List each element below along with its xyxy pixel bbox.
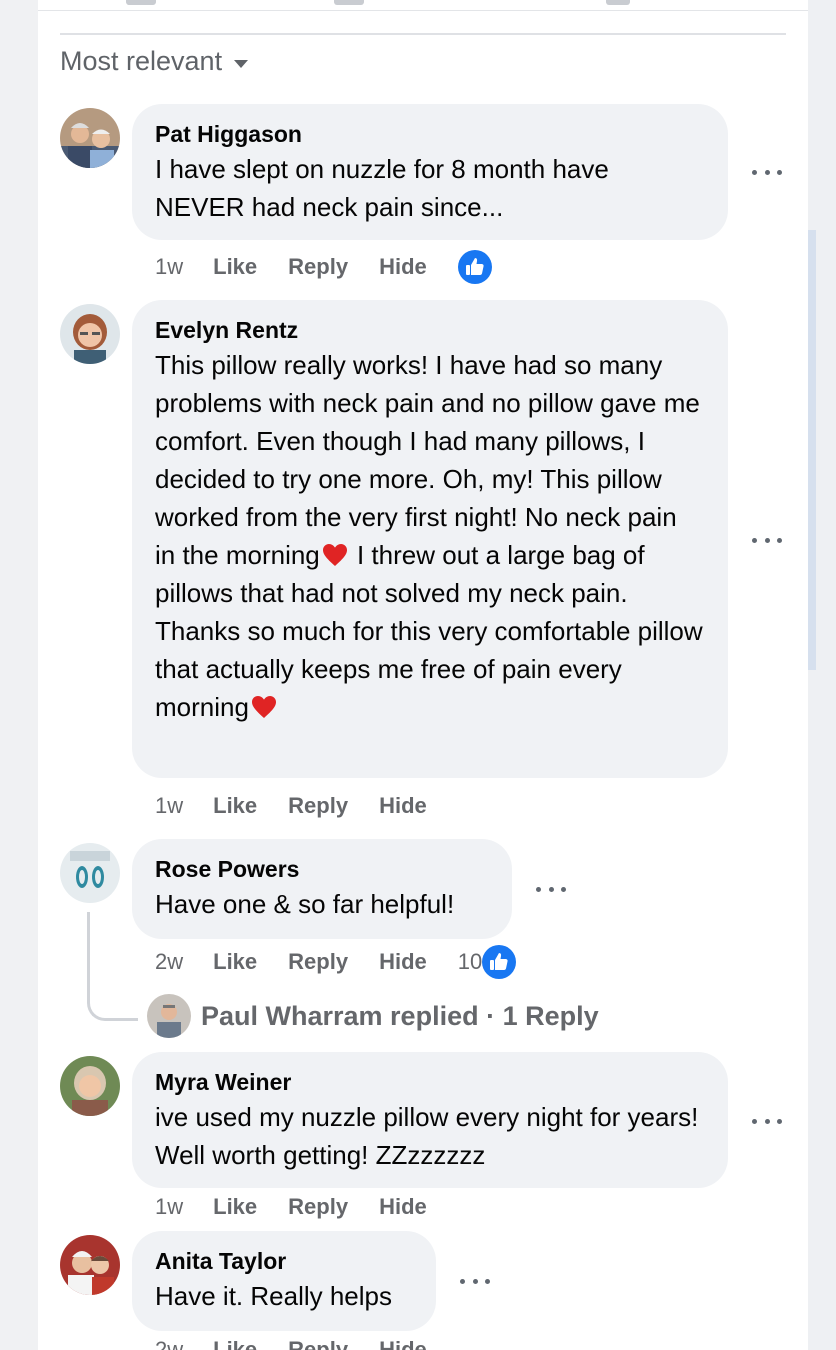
sort-label: Most relevant (60, 46, 223, 76)
chevron-down-icon (234, 59, 249, 68)
reply-thread-line (87, 912, 138, 1021)
avatar[interactable] (60, 1056, 120, 1116)
comment-text: Have it. Really helps (155, 1281, 392, 1311)
background-left (0, 0, 38, 1350)
reply-button[interactable]: Reply (288, 1194, 348, 1220)
comment-bubble: Pat Higgason I have slept on nuzzle for … (132, 104, 728, 240)
comment-actions: 1w Like Reply Hide (155, 1190, 458, 1224)
avatar[interactable] (147, 994, 191, 1038)
like-button[interactable]: Like (213, 949, 257, 975)
background-right (808, 0, 836, 1350)
avatar[interactable] (60, 108, 120, 168)
sort-dropdown[interactable]: Most relevant (60, 46, 249, 77)
reply-button[interactable]: Reply (288, 254, 348, 280)
reply-button[interactable]: Reply (288, 793, 348, 819)
comment-text: I have slept on nuzzle for 8 month have … (155, 154, 609, 222)
reply-button[interactable]: Reply (288, 949, 348, 975)
more-options-icon[interactable] (752, 167, 782, 177)
like-button[interactable]: Like (213, 793, 257, 819)
avatar[interactable] (60, 843, 120, 903)
comment-actions: 2w Like Reply Hide 10 (155, 945, 547, 979)
comment-author[interactable]: Anita Taylor (155, 1247, 412, 1275)
view-replies-link[interactable]: Paul Wharram replied · 1 Reply (201, 996, 599, 1036)
hide-button[interactable]: Hide (379, 793, 427, 819)
comment-author[interactable]: Rose Powers (155, 855, 488, 883)
hide-button[interactable]: Hide (379, 1194, 427, 1220)
reply-button[interactable]: Reply (288, 1337, 348, 1350)
comments-panel: Most relevant Pat Higgason I have slept … (38, 0, 808, 1350)
comment-actions: 1w Like Reply Hide (155, 250, 523, 284)
divider (60, 33, 786, 35)
comment-text: ive used my nuzzle pillow every night fo… (155, 1102, 699, 1170)
like-reaction-icon[interactable] (457, 250, 492, 284)
more-options-icon[interactable] (536, 884, 566, 894)
comment-bubble: Myra Weiner ive used my nuzzle pillow ev… (132, 1052, 728, 1188)
hide-button[interactable]: Hide (379, 949, 427, 975)
comment-bubble: Anita Taylor Have it. Really helps (132, 1231, 436, 1331)
comment-author[interactable]: Myra Weiner (155, 1068, 704, 1096)
comment-actions: 1w Like Reply Hide (155, 789, 458, 823)
previous-toolbar-edge (38, 0, 808, 11)
comment-text: Have one & so far helpful! (155, 889, 455, 919)
more-options-icon[interactable] (752, 1116, 782, 1126)
comment-actions: 2w Like Reply Hide (155, 1333, 458, 1350)
like-button[interactable]: Like (213, 1194, 257, 1220)
comment-time[interactable]: 1w (155, 793, 183, 819)
scroll-rail[interactable] (808, 230, 816, 670)
like-button[interactable]: Like (213, 1337, 257, 1350)
comment-bubble: Evelyn Rentz This pillow really works! I… (132, 300, 728, 778)
comment-time[interactable]: 2w (155, 949, 183, 975)
comment-text-part: This pillow really works! I have had so … (155, 350, 700, 570)
comment-author[interactable]: Evelyn Rentz (155, 316, 704, 344)
comment-author[interactable]: Pat Higgason (155, 120, 704, 148)
hide-button[interactable]: Hide (379, 1337, 427, 1350)
more-options-icon[interactable] (752, 535, 782, 545)
comment-bubble: Rose Powers Have one & so far helpful! (132, 839, 512, 939)
red-heart-emoji (322, 544, 347, 566)
red-heart-emoji (251, 696, 276, 718)
avatar[interactable] (60, 304, 120, 364)
comment-time[interactable]: 1w (155, 254, 183, 280)
more-options-icon[interactable] (460, 1276, 490, 1286)
comment-time[interactable]: 2w (155, 1337, 183, 1350)
comment-text: This pillow really works! I have had so … (155, 346, 704, 726)
like-reaction-icon[interactable] (482, 945, 517, 979)
reaction-count[interactable]: 10 (458, 949, 482, 975)
avatar[interactable] (60, 1235, 120, 1295)
comment-time[interactable]: 1w (155, 1194, 183, 1220)
like-button[interactable]: Like (213, 254, 257, 280)
hide-button[interactable]: Hide (379, 254, 427, 280)
